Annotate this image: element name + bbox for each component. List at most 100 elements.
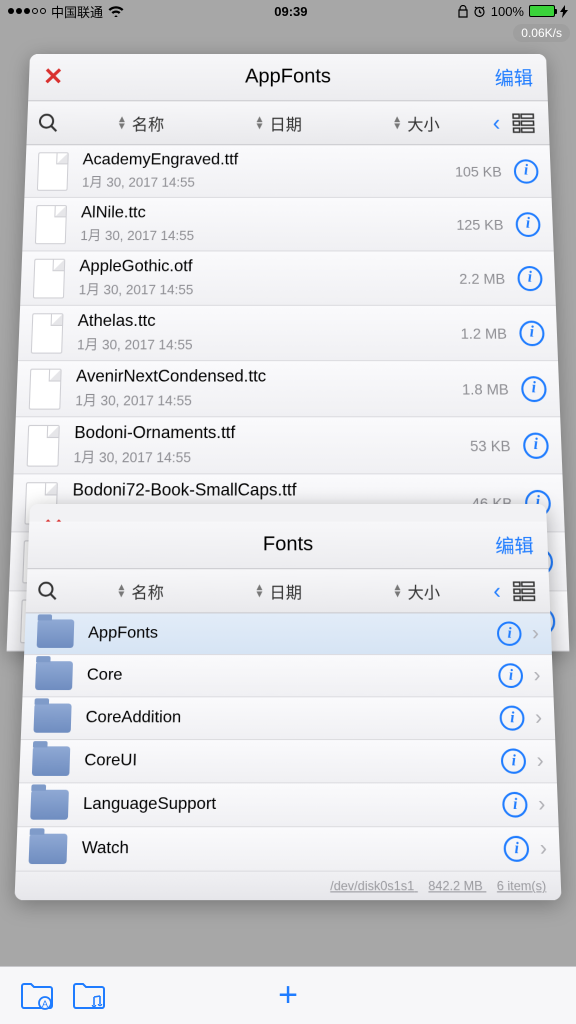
back-button[interactable]: ‹ — [485, 578, 509, 604]
wifi-icon — [108, 5, 124, 17]
folder-icon — [37, 619, 75, 647]
close-button[interactable]: ✕ — [43, 63, 64, 92]
card1-header: ✕ AppFonts 编辑 — [28, 54, 548, 101]
folder-row[interactable]: CoreUIi› — [19, 740, 557, 783]
info-button[interactable]: i — [517, 266, 543, 291]
file-name: AcademyEngraved.ttf — [82, 151, 442, 169]
file-icon — [37, 152, 69, 191]
svg-text:A: A — [42, 999, 48, 1009]
file-size: 2.2 MB — [445, 270, 505, 287]
file-icon — [31, 313, 64, 353]
file-size: 105 KB — [443, 163, 502, 179]
battery-pct: 100% — [491, 4, 524, 19]
card1-toolbar: ▲▼名称 ▲▼日期 ▲▼大小 ‹ — [26, 101, 549, 145]
sort-size[interactable]: ▲▼大小 — [347, 111, 485, 135]
folder-row[interactable]: LanguageSupporti › — [17, 783, 558, 827]
file-name: Athelas.ttc — [77, 312, 446, 331]
file-name: AlNile.ttc — [81, 204, 444, 222]
lock-icon — [458, 5, 468, 18]
chevron-right-icon: › — [539, 836, 547, 861]
folder-row[interactable]: AppFontsi › — [24, 613, 552, 655]
sort-size[interactable]: ▲▼大小 — [347, 579, 485, 603]
folder-name: AppFonts — [88, 625, 498, 643]
footer-info: /dev/disk0s1s1 842.2 MB 6 item(s) — [14, 872, 561, 900]
info-button[interactable]: i — [523, 432, 549, 458]
disk-size: 842.2 MB — [428, 878, 483, 893]
file-date: 1月 30, 2017 14:55 — [73, 446, 449, 467]
file-row[interactable]: AvenirNextCondensed.ttc1月 30, 2017 14:55… — [16, 361, 560, 417]
disk-path: /dev/disk0s1s1 — [330, 878, 414, 893]
file-date: 1月 30, 2017 14:55 — [80, 225, 444, 245]
file-name: AppleGothic.otf — [79, 258, 445, 277]
search-button[interactable] — [37, 112, 72, 134]
info-button[interactable]: i — [498, 663, 523, 688]
card2-toolbar: ▲▼名称 ▲▼日期 ▲▼大小 ‹ — [26, 569, 551, 613]
folder-name: Core — [87, 666, 499, 685]
add-button[interactable]: + — [278, 976, 298, 1015]
folder-name: CoreAddition — [85, 709, 500, 728]
folder-music-button[interactable] — [72, 981, 106, 1011]
info-button[interactable]: i — [501, 748, 527, 773]
folder-row[interactable]: Watchi › — [16, 827, 561, 871]
info-button[interactable]: i — [519, 320, 545, 346]
file-name: Bodoni72-Book-SmallCaps.ttf — [72, 481, 450, 501]
folder-name: LanguageSupport — [83, 795, 503, 814]
chevron-right-icon: › — [538, 792, 546, 817]
clock: 09:39 — [274, 4, 307, 19]
view-mode-button[interactable] — [508, 113, 539, 133]
sort-date[interactable]: ▲▼日期 — [209, 111, 347, 135]
info-button[interactable]: i — [502, 792, 528, 818]
speed-badge: 0.06K/s — [513, 24, 570, 42]
file-date: 1月 30, 2017 14:55 — [77, 333, 447, 353]
file-icon — [35, 205, 67, 244]
search-button[interactable] — [36, 580, 71, 602]
folder-name: CoreUI — [84, 752, 502, 771]
back-button[interactable]: ‹ — [484, 110, 508, 136]
info-button[interactable]: i — [515, 212, 540, 237]
info-button[interactable]: i — [521, 376, 547, 402]
bottom-toolbar: A + — [0, 966, 576, 1024]
file-date: 1月 30, 2017 14:55 — [79, 279, 446, 299]
fonts-card: ✕ Fonts 编辑 ▲▼名称 ▲▼日期 ▲▼大小 ‹ AppFontsi›Co… — [14, 504, 561, 900]
info-button[interactable]: i — [514, 159, 539, 183]
info-button[interactable]: i — [504, 836, 530, 862]
file-row[interactable]: Bodoni-Ornaments.ttf1月 30, 2017 14:5553 … — [14, 417, 563, 474]
file-icon — [33, 258, 65, 298]
folder-a-button[interactable]: A — [20, 981, 54, 1011]
battery-icon — [529, 5, 555, 17]
file-icon — [29, 368, 62, 409]
file-name: Bodoni-Ornaments.ttf — [74, 424, 449, 444]
card1-title: AppFonts — [245, 66, 331, 89]
edit-button[interactable]: 编辑 — [495, 532, 534, 559]
file-date: 1月 30, 2017 14:55 — [82, 171, 443, 190]
sort-name[interactable]: ▲▼名称 — [71, 111, 209, 135]
info-button[interactable]: i — [500, 706, 526, 731]
sort-date[interactable]: ▲▼日期 — [209, 579, 347, 603]
file-row[interactable]: AppleGothic.otf 1月 30, 2017 14:552.2 MB i — [20, 251, 556, 305]
view-mode-button[interactable] — [509, 581, 540, 601]
folder-icon — [30, 790, 69, 820]
carrier-label: 中国联通 — [51, 2, 103, 21]
card2-header: Fonts 编辑 — [27, 522, 548, 570]
alarm-icon — [473, 5, 486, 18]
folder-list[interactable]: AppFontsi›Corei›CoreAdditioni›CoreUIi›La… — [16, 613, 561, 871]
sort-name[interactable]: ▲▼名称 — [71, 579, 210, 603]
file-row[interactable]: AcademyEngraved.ttf 1月 30, 2017 14:55105 … — [24, 145, 551, 198]
status-bar: 中国联通 09:39 100% — [0, 0, 576, 22]
chevron-right-icon: › — [535, 706, 543, 730]
file-row[interactable]: Athelas.ttc1月 30, 2017 14:551.2 MBi — [18, 306, 558, 361]
edit-button[interactable]: 编辑 — [494, 64, 533, 91]
file-name: AvenirNextCondensed.ttc — [76, 368, 448, 387]
folder-row[interactable]: CoreAdditioni › — [21, 697, 555, 740]
file-size: 125 KB — [444, 216, 504, 232]
folder-row[interactable]: Corei › — [22, 655, 553, 697]
file-size: 53 KB — [449, 436, 511, 454]
file-row[interactable]: AlNile.ttc 1月 30, 2017 14:55125 KB i — [22, 198, 553, 252]
item-count: 6 item(s) — [497, 878, 547, 893]
card2-title: Fonts — [263, 533, 313, 556]
chevron-right-icon: › — [532, 622, 540, 645]
file-size: 1.8 MB — [448, 380, 509, 397]
info-button[interactable]: i — [497, 621, 522, 645]
folder-name: Watch — [81, 839, 504, 858]
chevron-right-icon: › — [533, 664, 541, 688]
